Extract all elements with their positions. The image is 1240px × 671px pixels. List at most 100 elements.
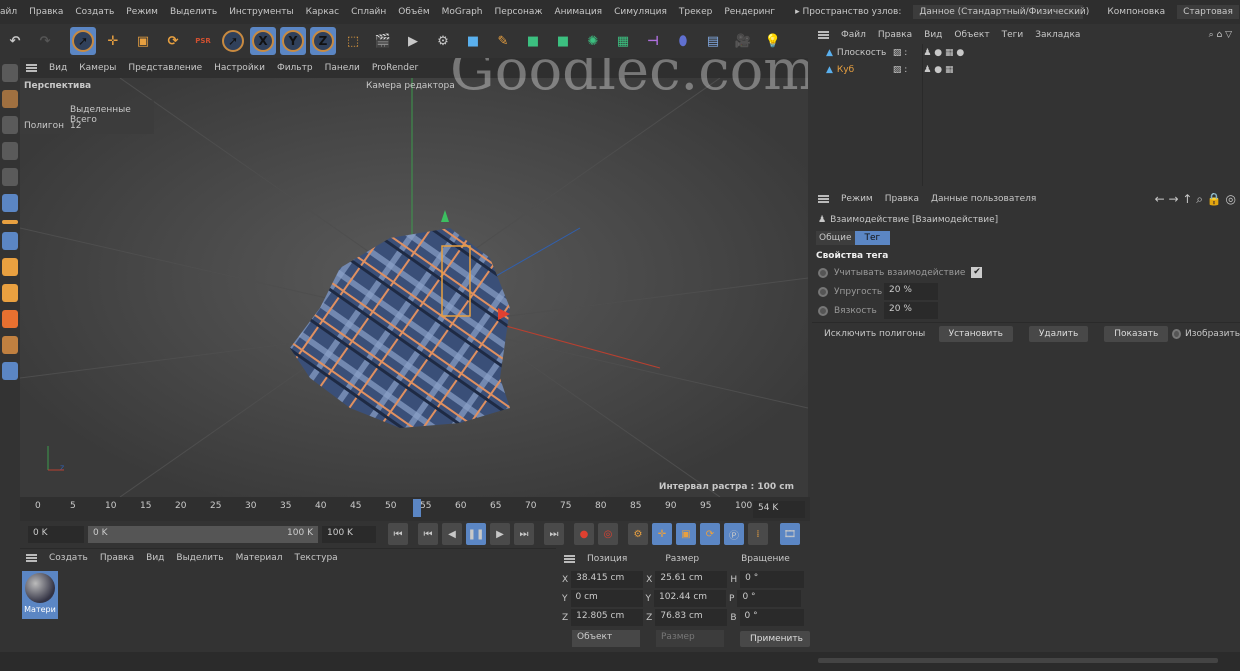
animate-radio[interactable] <box>1172 328 1182 339</box>
size-field[interactable]: 76.83 cm <box>655 609 728 626</box>
menu-tools[interactable]: Инструменты <box>229 7 293 17</box>
menu-mesh[interactable]: Каркас <box>306 7 340 17</box>
extrude-icon[interactable]: ■ <box>550 27 576 55</box>
texture-mode-icon[interactable] <box>2 116 18 134</box>
mat-menu-material[interactable]: Материал <box>236 553 283 563</box>
keyframe-selection-icon[interactable]: ⚙ <box>628 523 648 545</box>
workplane-icon[interactable] <box>2 336 18 354</box>
scale-tool-icon[interactable]: ▣ <box>130 27 156 55</box>
animate-radio[interactable] <box>818 305 828 316</box>
timeline-ruler[interactable]: 0 5 10 15 20 25 30 35 40 45 50 55 60 65 70 75 80 85 90 95 10… <box>20 497 810 521</box>
obj-menu-bookmarks[interactable]: Закладка <box>1035 30 1080 40</box>
menu-simulation[interactable]: Симуляция <box>614 7 667 17</box>
light-icon[interactable]: 💡 <box>760 27 786 55</box>
key-param-icon[interactable]: Ⓟ <box>724 523 744 545</box>
polygons-mode-icon[interactable] <box>2 194 18 212</box>
menu-edit[interactable]: Правка <box>29 7 63 17</box>
go-to-start-icon[interactable]: ⏮ <box>388 523 408 545</box>
autokey-icon[interactable]: ◎ <box>598 523 618 545</box>
key-pla-icon[interactable]: ⁞ <box>748 523 768 545</box>
make-editable-icon[interactable] <box>2 64 18 82</box>
mat-menu-select[interactable]: Выделить <box>176 553 223 563</box>
position-field[interactable]: 0 cm <box>570 590 643 607</box>
friction-field[interactable]: 20 % <box>884 302 938 319</box>
field-icon[interactable]: ⬮ <box>670 27 696 55</box>
range-slider[interactable]: 0 K 100 K <box>88 525 318 543</box>
menu-render[interactable]: Рендеринг <box>724 7 775 17</box>
show-button[interactable]: Показать <box>1104 325 1169 342</box>
viewport-menu-icon[interactable] <box>26 64 37 72</box>
key-rotation-icon[interactable]: ⟳ <box>700 523 720 545</box>
tab-basic[interactable]: Общие <box>816 230 855 245</box>
vp-menu-prorender[interactable]: ProRender <box>372 63 418 73</box>
mat-menu-edit[interactable]: Правка <box>100 553 134 563</box>
attr-menu-edit[interactable]: Правка <box>885 194 919 204</box>
grid-icon[interactable] <box>2 362 18 380</box>
position-field[interactable]: 38.415 cm <box>571 571 644 588</box>
mat-menu-create[interactable]: Создать <box>49 553 88 563</box>
menu-character[interactable]: Персонаж <box>495 7 543 17</box>
menu-select[interactable]: Выделить <box>170 7 217 17</box>
size-field[interactable]: 102.44 cm <box>654 590 726 607</box>
solo-hierarchy-icon[interactable] <box>2 284 18 302</box>
undo-icon[interactable]: ↶ <box>2 27 28 55</box>
tab-tag[interactable]: Тег <box>854 230 891 245</box>
menu-create[interactable]: Создать <box>75 7 114 17</box>
model-mode-icon[interactable] <box>2 90 18 108</box>
next-key-icon[interactable]: ⏭ <box>514 523 534 545</box>
position-field[interactable]: 12.805 cm <box>571 609 644 626</box>
prev-key-icon[interactable]: ⏮ <box>418 523 438 545</box>
obj-menu-file[interactable]: Файл <box>841 30 866 40</box>
coords-menu-icon[interactable] <box>564 555 575 563</box>
subdivision-icon[interactable]: ■ <box>520 27 546 55</box>
render-settings-icon[interactable]: ⚙ <box>430 27 456 55</box>
timeline-window-icon[interactable]: 🎞 <box>780 523 800 545</box>
vp-menu-cameras[interactable]: Камеры <box>79 63 116 73</box>
y-axis-button[interactable]: Y <box>280 27 306 55</box>
attr-menu-userdata[interactable]: Данные пользователя <box>931 194 1036 204</box>
size-field[interactable]: 25.61 cm <box>655 571 728 588</box>
prev-frame-icon[interactable]: ◀ <box>442 523 462 545</box>
mograph-icon[interactable]: ▦ <box>610 27 636 55</box>
object-menu-icon[interactable] <box>818 31 829 39</box>
vp-menu-options[interactable]: Настройки <box>214 63 265 73</box>
magnet-icon[interactable] <box>2 310 18 328</box>
obj-menu-object[interactable]: Объект <box>954 30 989 40</box>
next-frame-icon[interactable]: ▶ <box>490 523 510 545</box>
select-tool-button[interactable]: ➚ <box>70 27 96 55</box>
move-tool-icon[interactable]: ✛ <box>100 27 126 55</box>
visibility-icon[interactable]: ▨ : <box>893 65 907 75</box>
deformer-icon[interactable]: ⊣ <box>640 27 666 55</box>
edges-mode-icon[interactable] <box>2 168 18 186</box>
key-scale-icon[interactable]: ▣ <box>676 523 696 545</box>
material-menu-icon[interactable] <box>26 554 37 562</box>
x-axis-button[interactable]: X <box>250 27 276 55</box>
psr-icon[interactable]: PSR <box>190 27 216 55</box>
viewport[interactable]: Вид Камеры Представление Настройки Фильт… <box>20 58 808 497</box>
coord-mode-select[interactable]: Объект <box>572 630 640 647</box>
node-space-select[interactable]: Данное (Стандартный/Физический) <box>913 5 1089 19</box>
solo-icon[interactable] <box>2 258 18 276</box>
set-button[interactable]: Установить <box>938 325 1013 342</box>
key-position-icon[interactable]: ✛ <box>652 523 672 545</box>
attr-menu-icon[interactable] <box>818 195 829 203</box>
rotation-field[interactable]: 0 ° <box>737 590 802 607</box>
current-frame-field[interactable]: 54 K <box>753 501 805 518</box>
pause-icon[interactable]: ❚❚ <box>466 523 486 545</box>
obj-menu-edit[interactable]: Правка <box>878 30 912 40</box>
camera-icon[interactable]: 🎥 <box>730 27 756 55</box>
live-select-icon[interactable]: ➚ <box>220 27 246 55</box>
obj-menu-view[interactable]: Вид <box>924 30 942 40</box>
vp-menu-panel[interactable]: Панели <box>325 63 360 73</box>
z-axis-button[interactable]: Z <box>310 27 336 55</box>
object-row[interactable]: ▲ Куб ▨ : ♟ ● ▦ <box>812 61 1240 78</box>
menu-file[interactable]: айл <box>0 7 17 17</box>
material-swatch[interactable]: Матери <box>22 571 58 619</box>
layout-select[interactable]: Стартовая <box>1177 5 1239 19</box>
menu-tracker[interactable]: Трекер <box>679 7 712 17</box>
animate-radio[interactable] <box>818 286 828 297</box>
redo-icon[interactable]: ↷ <box>32 27 58 55</box>
attr-menu-mode[interactable]: Режим <box>841 194 873 204</box>
horizontal-scrollbar[interactable] <box>818 658 1218 663</box>
animate-radio[interactable] <box>818 267 828 278</box>
